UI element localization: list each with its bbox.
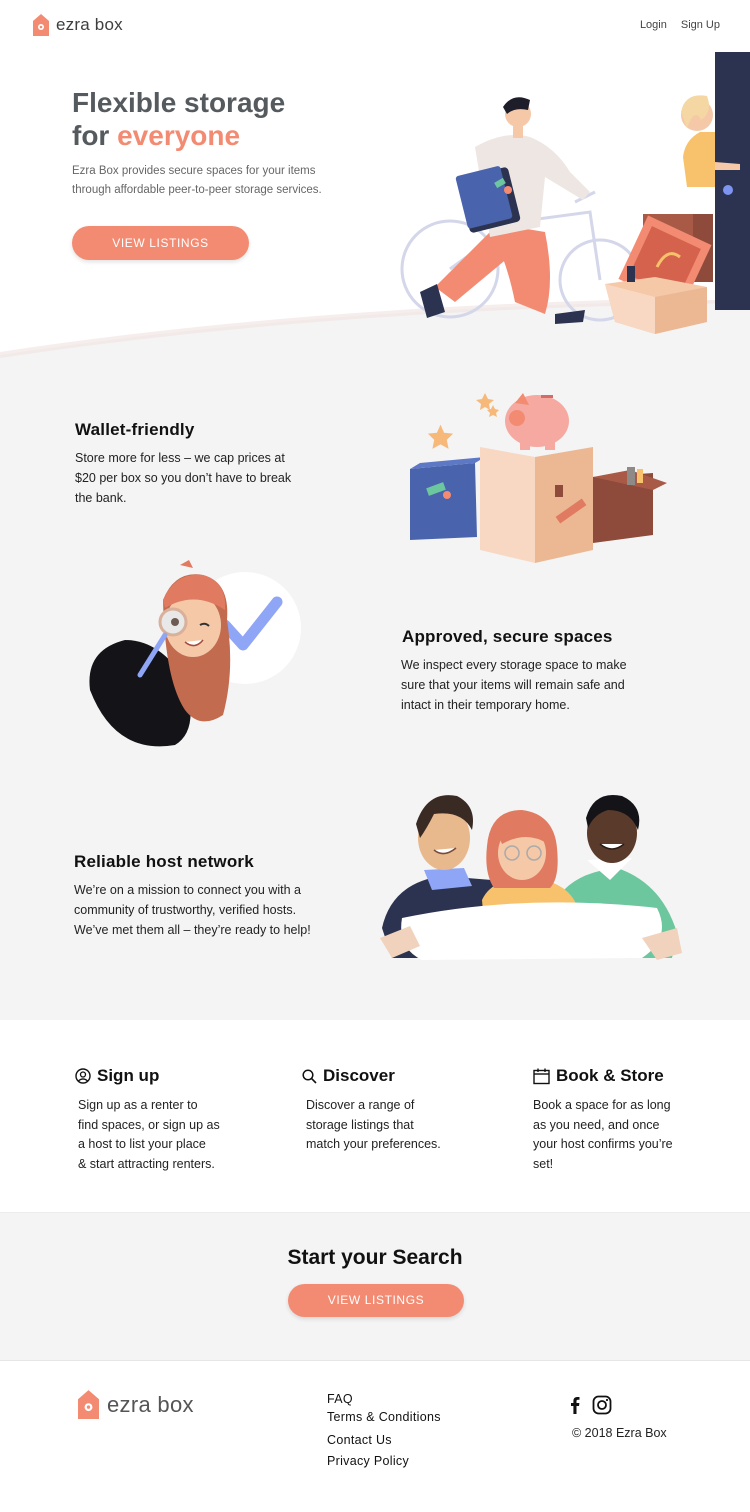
feature-title-approved: Approved, secure spaces bbox=[402, 627, 613, 646]
step-signup-heading: Sign up bbox=[75, 1066, 159, 1086]
feature-text-line: Store more for less – we cap prices at bbox=[75, 451, 285, 465]
feature-text-line: We’re on a mission to connect you with a bbox=[74, 883, 301, 897]
feature-text-line: We’ve met them all – they’re ready to he… bbox=[74, 923, 311, 937]
step-book-text: Book a space for as long as you need, an… bbox=[533, 1096, 723, 1174]
feature-text-line: the bank. bbox=[75, 491, 127, 505]
step-text-line: as you need, and once bbox=[533, 1117, 660, 1132]
feature-text-approved: We inspect every storage space to make s… bbox=[401, 655, 681, 715]
house-pin-logo-icon bbox=[78, 1390, 99, 1419]
social-links bbox=[570, 1395, 612, 1415]
hero-illustration bbox=[400, 52, 750, 334]
inspector-girl-illustration bbox=[89, 560, 301, 747]
footer-brand-name: ezra box bbox=[107, 1391, 194, 1417]
search-icon bbox=[302, 1068, 317, 1084]
step-text-line: Sign up as a renter to bbox=[78, 1098, 198, 1112]
feature-text-line: $20 per box so you don’t have to break bbox=[75, 471, 292, 485]
step-text-line: set! bbox=[533, 1156, 554, 1171]
footer-links: FAQ Terms & Conditions Contact Us Privac… bbox=[327, 1392, 441, 1474]
hero-view-listings-button[interactable]: VIEW LISTINGS bbox=[72, 226, 249, 260]
feature-text-wallet: Store more for less – we cap prices at $… bbox=[75, 448, 345, 508]
step-discover-text: Discover a range of storage listings tha… bbox=[306, 1096, 496, 1155]
step-discover-heading: Discover bbox=[302, 1066, 395, 1086]
step-text-line: match your preferences. bbox=[306, 1137, 441, 1152]
footer-link-terms[interactable]: Terms & Conditions bbox=[327, 1410, 441, 1433]
copyright-text: © 2018 Ezra Box bbox=[572, 1426, 667, 1440]
signup-link[interactable]: Sign Up bbox=[681, 19, 720, 31]
footer-link-faq[interactable]: FAQ bbox=[327, 1392, 441, 1410]
step-text-line: find spaces, or sign up as bbox=[78, 1117, 220, 1132]
footer-link-privacy[interactable]: Privacy Policy bbox=[327, 1454, 441, 1474]
step-signup-text: Sign up as a renter to find spaces, or s… bbox=[78, 1096, 268, 1174]
brand-name: ezra box bbox=[56, 15, 123, 34]
feature-text-line: We inspect every storage space to make bbox=[401, 658, 627, 672]
hero-title-line1: Flexible storage bbox=[72, 87, 286, 118]
hero-title-for: for bbox=[72, 120, 118, 151]
step-title: Book & Store bbox=[556, 1066, 664, 1085]
feature-title-hosts: Reliable host network bbox=[74, 852, 254, 871]
host-group-illustration bbox=[380, 794, 682, 960]
step-title: Discover bbox=[323, 1066, 395, 1085]
feature-text-line: community of trustworthy, verified hosts… bbox=[74, 903, 297, 917]
footer-divider bbox=[0, 1360, 750, 1361]
login-link[interactable]: Login bbox=[640, 19, 667, 31]
facebook-icon[interactable] bbox=[570, 1396, 580, 1414]
feature-title-wallet: Wallet-friendly bbox=[75, 420, 195, 439]
step-text-line: your host confirms you’re bbox=[533, 1137, 673, 1152]
step-book-heading: Book & Store bbox=[533, 1066, 664, 1086]
footer-link-contact[interactable]: Contact Us bbox=[327, 1433, 441, 1454]
calendar-icon bbox=[533, 1068, 550, 1084]
header-logo[interactable]: ezra box bbox=[33, 14, 123, 36]
feature-text-hosts: We’re on a mission to connect you with a… bbox=[74, 880, 364, 940]
piggy-bank-boxes-illustration bbox=[410, 393, 667, 563]
hero-title-accent: everyone bbox=[117, 120, 241, 151]
step-text-line: & start attracting renters. bbox=[78, 1156, 215, 1171]
search-title: Start your Search bbox=[287, 1246, 463, 1269]
feature-text-line: intact in their temporary home. bbox=[401, 698, 570, 712]
man-with-book-illustration bbox=[420, 97, 590, 324]
boxes-illustration bbox=[605, 214, 713, 334]
house-pin-logo-icon bbox=[33, 14, 49, 36]
footer-logo[interactable]: ezra box bbox=[78, 1390, 194, 1419]
user-circle-icon bbox=[75, 1068, 91, 1084]
step-text-line: Discover a range of bbox=[306, 1098, 415, 1112]
step-text-line: storage listings that bbox=[306, 1117, 414, 1132]
top-nav: Login Sign Up bbox=[640, 19, 720, 31]
step-text-line: a host to list your place bbox=[78, 1137, 206, 1152]
search-view-listings-button[interactable]: VIEW LISTINGS bbox=[288, 1284, 464, 1317]
hero-description: Ezra Box provides secure spaces for your… bbox=[72, 165, 322, 196]
feature-text-line: sure that your items will remain safe an… bbox=[401, 678, 625, 692]
hero-title: Flexible storage for everyone bbox=[72, 86, 285, 152]
step-text-line: Book a space for as long bbox=[533, 1098, 671, 1112]
instagram-icon[interactable] bbox=[592, 1395, 612, 1415]
hero-title-line2: for everyone bbox=[72, 119, 285, 152]
step-title: Sign up bbox=[97, 1066, 160, 1085]
